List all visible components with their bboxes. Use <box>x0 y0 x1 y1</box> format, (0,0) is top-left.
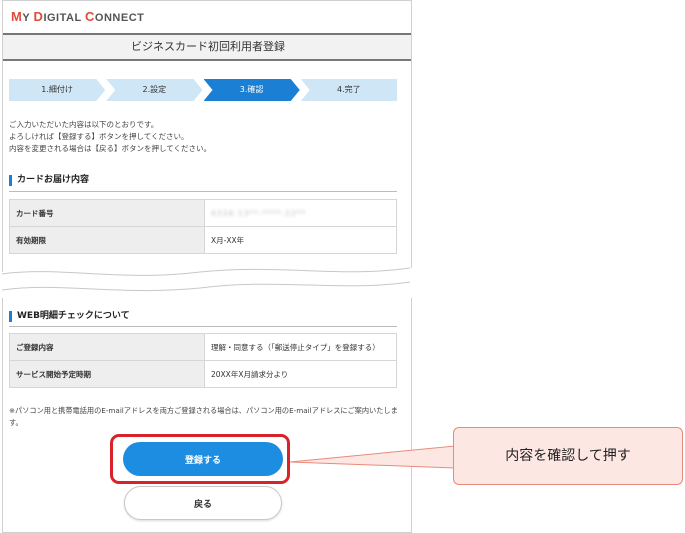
brand-logo: MY DIGITAL CONNECT <box>11 9 145 24</box>
table-row: ご登録内容 理解・同意する（「郵送停止タイプ」を登録する） <box>9 333 397 361</box>
step-4: 4.完了 <box>300 79 397 101</box>
page-top-panel: MY DIGITAL CONNECT ビジネスカード初回利用者登録 1.細付け … <box>2 0 412 272</box>
back-button[interactable]: 戻る <box>124 486 282 520</box>
registration-content-value: 理解・同意する（「郵送停止タイプ」を登録する） <box>204 333 397 361</box>
table-row: カード番号 4334-13**-****-22** <box>9 199 397 227</box>
service-start-value: 20XX年X月請求分より <box>204 360 397 388</box>
divider <box>9 326 397 327</box>
step-3-current: 3.確認 <box>204 79 300 101</box>
progress-steps: 1.細付け 2.設定 3.確認 4.完了 <box>9 79 397 101</box>
registration-content-label: ご登録内容 <box>9 333 205 361</box>
card-number-label: カード番号 <box>9 199 205 227</box>
card-info-table: カード番号 4334-13**-****-22** 有効期限 X月-XX年 <box>9 199 397 254</box>
card-number-value: 4334-13**-****-22** <box>204 199 397 227</box>
intro-text: ご入力いただいた内容は以下のとおりです。 よろしければ【登録する】ボタンを押して… <box>9 120 212 153</box>
email-note: ※パソコン用と携帯電話用のE-mailアドレスを両方ご登録される場合は、パソコン… <box>9 406 398 427</box>
page-tear-divider <box>0 267 412 292</box>
instruction-callout: 内容を確認して押す <box>453 427 683 485</box>
expiry-label: 有効期限 <box>9 226 205 254</box>
register-highlight-box <box>110 434 290 484</box>
table-row: サービス開始予定時期 20XX年X月請求分より <box>9 360 397 388</box>
step-1: 1.細付け <box>9 79 105 101</box>
step-2: 2.設定 <box>106 79 202 101</box>
divider <box>9 191 397 192</box>
expiry-value: X月-XX年 <box>204 226 397 254</box>
card-section-heading: カードお届け内容 <box>9 175 397 186</box>
web-section-heading: WEB明細チェックについて <box>9 311 397 322</box>
page-title: ビジネスカード初回利用者登録 <box>3 33 411 61</box>
web-info-table: ご登録内容 理解・同意する（「郵送停止タイプ」を登録する） サービス開始予定時期… <box>9 333 397 388</box>
page-bottom-panel: WEB明細チェックについて ご登録内容 理解・同意する（「郵送停止タイプ」を登録… <box>2 298 412 533</box>
table-row: 有効期限 X月-XX年 <box>9 226 397 254</box>
service-start-label: サービス開始予定時期 <box>9 360 205 388</box>
